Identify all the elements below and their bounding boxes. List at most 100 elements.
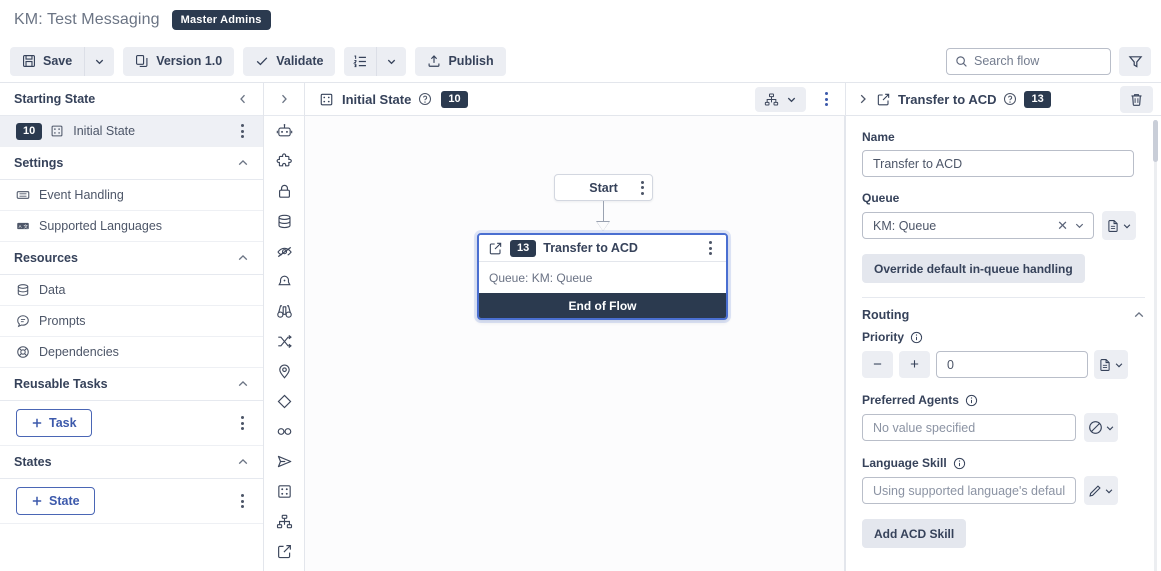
sidebar-item-label: Prompts xyxy=(39,314,86,328)
shuffle-icon[interactable] xyxy=(264,326,304,356)
hourglass-icon[interactable] xyxy=(264,566,304,571)
queue-select[interactable]: KM: Queue ✕ xyxy=(862,212,1094,239)
map-pin-icon[interactable] xyxy=(264,356,304,386)
binoculars-icon[interactable] xyxy=(264,296,304,326)
ordered-list-button[interactable] xyxy=(344,46,377,76)
chevron-up-icon[interactable] xyxy=(237,378,249,390)
canvas-menu-button[interactable] xyxy=(819,92,833,106)
infinity-icon[interactable] xyxy=(264,416,304,446)
help-icon[interactable] xyxy=(418,92,432,106)
add-state-label: State xyxy=(49,494,80,508)
delete-action-button[interactable] xyxy=(1120,85,1153,113)
add-acd-skill-button[interactable]: Add ACD Skill xyxy=(862,519,967,548)
search-icon xyxy=(955,55,968,68)
add-state-button[interactable]: State xyxy=(16,487,95,515)
add-task-button[interactable]: Task xyxy=(16,409,92,437)
info-icon[interactable] xyxy=(910,331,923,344)
sidebar-item-supported-languages[interactable]: A 文 Supported Languages xyxy=(0,211,263,242)
hierarchy-icon[interactable] xyxy=(264,506,304,536)
action-icon-rail xyxy=(264,83,305,571)
language-skill-label-row: Language Skill xyxy=(862,456,1145,470)
transfer-node-menu-button[interactable] xyxy=(703,241,717,255)
chevron-down-icon xyxy=(1074,220,1085,231)
queue-label: Queue xyxy=(862,191,900,205)
priority-label-row: Priority xyxy=(862,330,1145,344)
external-link-icon[interactable] xyxy=(264,536,304,566)
preferred-agents-label-row: Preferred Agents xyxy=(862,393,1145,407)
sidebar-section-settings: Settings xyxy=(0,147,263,180)
version-group: Version 1.0 xyxy=(123,46,235,76)
save-button[interactable]: Save xyxy=(10,46,85,76)
queue-value-type-button[interactable] xyxy=(1102,211,1136,240)
priority-decrement-button[interactable]: − xyxy=(862,351,893,378)
sidebar-item-dependencies[interactable]: Dependencies xyxy=(0,337,263,368)
sidebar-item-data[interactable]: Data xyxy=(0,275,263,306)
name-input[interactable] xyxy=(862,150,1134,177)
properties-scrollbar[interactable] xyxy=(1152,120,1159,571)
validate-button[interactable]: Validate xyxy=(243,46,336,76)
layout-options-button[interactable] xyxy=(755,86,806,112)
chevron-right-icon[interactable] xyxy=(857,93,869,105)
add-task-label: Task xyxy=(49,416,77,430)
save-dropdown-button[interactable] xyxy=(84,46,115,76)
filter-button[interactable] xyxy=(1119,46,1151,76)
start-node-label: Start xyxy=(589,180,618,195)
sidebar-section-states: States xyxy=(0,446,263,479)
list-view-dropdown-button[interactable] xyxy=(376,46,407,76)
chevron-up-icon[interactable] xyxy=(237,252,249,264)
expand-right-button[interactable] xyxy=(264,83,304,116)
scrollbar-thumb[interactable] xyxy=(1153,120,1158,162)
override-in-queue-handling-button[interactable]: Override default in-queue handling xyxy=(862,254,1085,283)
start-node-menu-button[interactable] xyxy=(638,180,652,195)
preferred-agents-label: Preferred Agents xyxy=(862,393,959,407)
states-menu-button[interactable] xyxy=(235,494,249,508)
clear-icon[interactable]: ✕ xyxy=(1057,218,1068,234)
language-skill-input[interactable] xyxy=(862,477,1076,504)
preferred-agents-input[interactable] xyxy=(862,414,1076,441)
sidebar-item-label: Event Handling xyxy=(39,188,124,202)
preferred-agents-value-type-button[interactable] xyxy=(1084,413,1118,442)
sidebar-item-label: Dependencies xyxy=(39,345,119,359)
building-icon[interactable] xyxy=(264,476,304,506)
sidebar-item-initial-state[interactable]: 10 Initial State xyxy=(0,116,263,147)
chevron-up-icon[interactable] xyxy=(237,456,249,468)
info-icon[interactable] xyxy=(953,457,966,470)
save-group: Save xyxy=(10,46,115,76)
hidden-icon[interactable] xyxy=(264,236,304,266)
info-icon[interactable] xyxy=(965,394,978,407)
sidebar-item-prompts[interactable]: Prompts xyxy=(0,306,263,337)
sidebar-item-event-handling[interactable]: Event Handling xyxy=(0,180,263,211)
reusable-tasks-menu-button[interactable] xyxy=(235,416,249,430)
transfer-to-acd-node[interactable]: 13 Transfer to ACD Queue: KM: Queue End … xyxy=(477,233,728,320)
version-button[interactable]: Version 1.0 xyxy=(123,46,235,76)
start-node[interactable]: Start xyxy=(554,174,653,201)
language-skill-value-type-button[interactable] xyxy=(1084,476,1118,505)
plus-icon xyxy=(31,417,43,429)
database-icon[interactable] xyxy=(264,206,304,236)
publish-button[interactable]: Publish xyxy=(415,46,506,76)
properties-panel-title: Transfer to ACD xyxy=(898,91,997,107)
svg-text:A: A xyxy=(19,224,22,229)
initial-state-menu-button[interactable] xyxy=(235,124,249,138)
chevron-up-icon[interactable] xyxy=(237,157,249,169)
sidebar-section-label: Reusable Tasks xyxy=(14,377,108,391)
puzzle-icon[interactable] xyxy=(264,146,304,176)
preferred-agents-field-group: Preferred Agents xyxy=(862,393,1145,442)
help-icon[interactable] xyxy=(1003,92,1017,106)
priority-increment-button[interactable]: + xyxy=(899,351,930,378)
filter-icon xyxy=(1128,54,1143,69)
hierarchy-icon xyxy=(764,92,779,107)
queue-row: KM: Queue ✕ xyxy=(862,211,1145,240)
priority-value-type-button[interactable] xyxy=(1094,350,1128,379)
bot-icon[interactable] xyxy=(264,116,304,146)
send-icon[interactable] xyxy=(264,446,304,476)
sidebar-item-label: Initial State xyxy=(73,124,136,138)
routing-section-header[interactable]: Routing xyxy=(862,297,1145,330)
lock-icon[interactable] xyxy=(264,176,304,206)
collapse-left-icon[interactable] xyxy=(237,93,249,105)
diamond-icon[interactable] xyxy=(264,386,304,416)
priority-input[interactable] xyxy=(936,351,1088,378)
search-input[interactable] xyxy=(974,54,1102,68)
bell-icon[interactable] xyxy=(264,266,304,296)
flow-canvas[interactable]: Start 13 Transfer to ACD Queue: KM: Queu… xyxy=(305,116,845,571)
